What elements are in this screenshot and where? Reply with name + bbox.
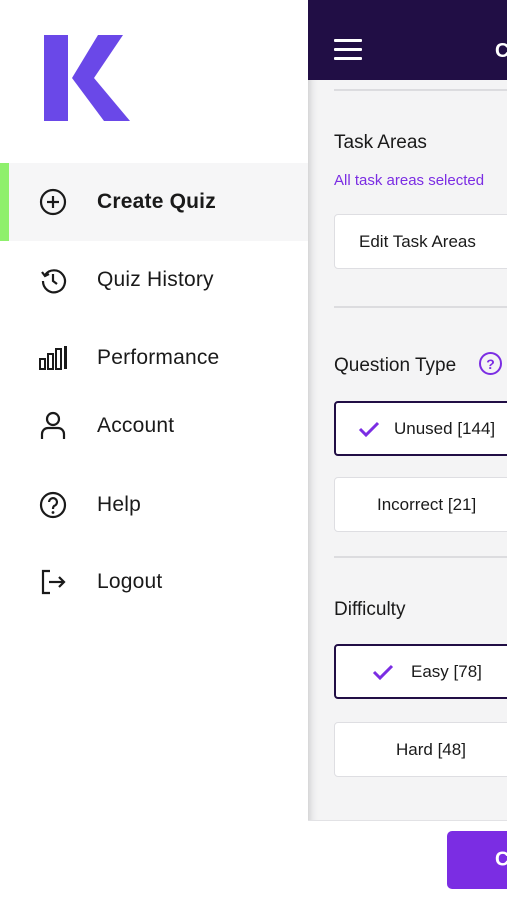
- menu-item-logout[interactable]: Logout: [0, 543, 308, 621]
- menu-item-label: Logout: [97, 570, 163, 593]
- menu-item-create-quiz[interactable]: Create Quiz: [0, 163, 308, 241]
- user-icon: [38, 411, 68, 441]
- app-header: C: [308, 0, 507, 80]
- kaplan-logo: [44, 35, 130, 121]
- menu-item-label: Quiz History: [97, 268, 214, 291]
- menu-item-performance[interactable]: Performance: [0, 319, 308, 397]
- difficulty-title: Difficulty: [334, 599, 406, 620]
- task-areas-selection-text: All task areas selected: [334, 172, 485, 189]
- menu-item-label: Help: [97, 493, 141, 516]
- page-title: C: [495, 40, 507, 62]
- menu-item-label: Create Quiz: [97, 190, 216, 213]
- divider: [334, 89, 507, 91]
- logout-icon: [38, 567, 68, 597]
- menu-item-label: Performance: [97, 346, 220, 369]
- question-type-option-unused[interactable]: Unused [144]: [334, 401, 507, 456]
- bar-chart-icon: [38, 343, 68, 373]
- create-quiz-panel: C Task Areas All task areas selected Edi…: [308, 0, 507, 900]
- side-drawer: Create Quiz Quiz History Performance Acc…: [0, 0, 308, 900]
- question-type-option-incorrect[interactable]: Incorrect [21]: [334, 477, 507, 532]
- history-icon: [38, 265, 68, 295]
- menu-item-account[interactable]: Account: [0, 387, 308, 465]
- task-areas-title: Task Areas: [334, 132, 427, 153]
- plus-circle-icon: [38, 187, 68, 217]
- hamburger-menu-icon[interactable]: [334, 39, 362, 61]
- difficulty-option-hard[interactable]: Hard [48]: [334, 722, 507, 777]
- create-quiz-button-label: C: [495, 848, 507, 871]
- divider: [334, 306, 507, 308]
- question-type-title: Question Type: [334, 355, 457, 376]
- edit-task-areas-button[interactable]: Edit Task Areas: [334, 214, 507, 269]
- edit-task-areas-label: Edit Task Areas: [359, 231, 476, 251]
- option-label: Incorrect [21]: [377, 494, 477, 514]
- option-label: Unused [144]: [394, 418, 496, 438]
- check-icon: [358, 421, 380, 437]
- difficulty-option-easy[interactable]: Easy [78]: [334, 644, 507, 699]
- bottom-action-bar: C: [308, 820, 507, 900]
- menu-item-help[interactable]: Help: [0, 466, 308, 544]
- option-label: Easy [78]: [411, 661, 482, 681]
- question-circle-icon: [38, 490, 68, 520]
- create-quiz-button[interactable]: C: [447, 831, 507, 889]
- menu-item-label: Account: [97, 414, 175, 437]
- question-type-help-icon[interactable]: ?: [479, 352, 502, 375]
- option-label: Hard [48]: [396, 739, 466, 759]
- divider: [334, 556, 507, 558]
- menu-item-quiz-history[interactable]: Quiz History: [0, 241, 308, 319]
- check-icon: [372, 664, 394, 680]
